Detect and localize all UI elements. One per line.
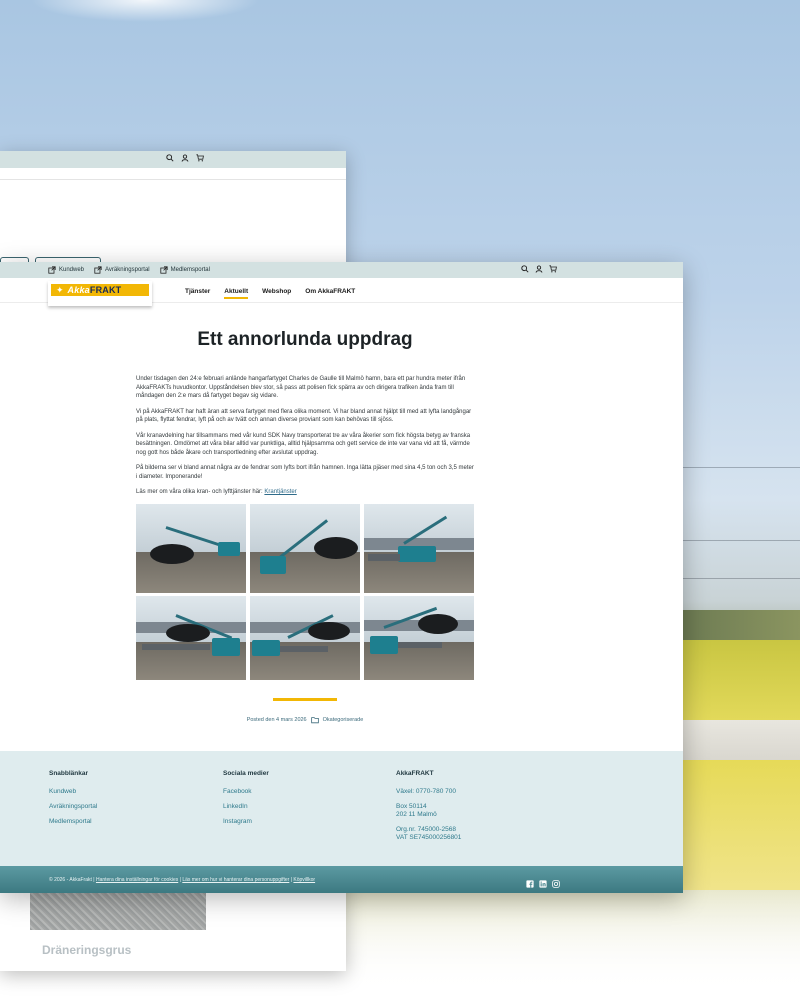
gallery-photo[interactable] [250,503,360,593]
footer-link-linkedin[interactable]: LinkedIn [223,803,269,811]
footer-link-instagram[interactable]: Instagram [223,818,269,826]
footer-contact: AkkaFRAKT Växel: 0770-780 700 Box 50114 … [396,770,461,849]
gallery-photo[interactable] [364,595,474,680]
gallery-photo[interactable] [364,503,474,593]
search-icon[interactable] [166,154,174,162]
folder-icon [310,716,319,724]
rapeseed-field [683,640,800,720]
article-title: Ett annorlunda uppdrag [197,329,413,350]
topbar-link-medlemsportal[interactable]: Medlemsportal [160,266,210,274]
cart-icon[interactable] [549,265,557,273]
goose-logo-icon: ✦ [56,284,64,295]
footer-social: Sociala medier Facebook LinkedIn Instagr… [223,770,269,833]
background-window-topbar [0,151,346,168]
footer-link-kundweb[interactable]: Kundweb [49,788,97,796]
gallery-photo[interactable] [136,503,246,593]
topbar-link-kundweb[interactable]: Kundweb [48,266,84,274]
footer-vat: VAT SE745000256801 [396,834,462,841]
footer-heading: Snabblänkar [49,770,89,777]
power-line [683,540,800,541]
article-paragraph: På bilderna ser vi bland annat några av … [136,465,474,480]
akkafrakt-logo[interactable]: ✦ AkkaFRAKT [48,281,152,306]
copyright-text: © 2026 - AkkaFrakt | [49,877,96,883]
article: Ett annorlunda uppdrag Under tisdagen de… [136,329,474,724]
power-line [683,578,800,579]
nav-item-tjanster[interactable]: Tjänster [185,288,210,299]
photo-gallery [136,503,474,680]
footer-heading: Sociala medier [223,770,269,777]
background-window-nav [0,168,346,180]
terms-link[interactable]: Köpvillkor [293,877,315,883]
utility-bar: Kundweb Avräkningsportal Medlemsportal [0,262,683,278]
gallery-photo[interactable] [250,595,360,680]
road [683,720,800,760]
krantjanster-link[interactable]: Krantjänster [264,489,296,495]
article-paragraph: Vi på AkkaFRAKT har haft äran att serva … [136,408,472,424]
cookie-settings-link[interactable]: Hantera dina inställningar för cookies [96,877,178,883]
post-date: Posted den 4 mars 2026 [246,716,307,723]
topbar-link-avrakningsportal[interactable]: Avräkningsportal [94,266,150,274]
nav-item-webshop[interactable]: Webshop [262,288,291,299]
main-navigation: ✦ AkkaFRAKT Tjänster Aktuellt Webshop Om… [0,278,683,306]
facebook-icon[interactable] [526,875,534,888]
legal-bar: © 2026 - AkkaFrakt | Hantera dina instäl… [0,866,683,893]
site-footer: Snabblänkar Kundweb Avräkningsportal Med… [0,751,683,866]
footer-link-medlemsportal[interactable]: Medlemsportal [49,818,97,826]
user-icon[interactable] [535,265,543,273]
article-link-paragraph: Läs mer om våra olika kran- och lyfttjän… [136,489,297,495]
sky-cloud [30,0,260,22]
external-link-icon [94,266,102,274]
user-icon[interactable] [181,154,189,162]
search-icon[interactable] [521,265,529,273]
article-paragraph: Vår kranavdelning har tillsammans med vå… [136,432,471,456]
post-category[interactable]: Okategoriserade [323,717,364,723]
privacy-link[interactable]: Läs mer om hur vi hanterar dina personup… [182,877,289,883]
copyright-line: © 2026 - AkkaFrakt | Hantera dina instäl… [49,877,316,883]
accent-divider [273,697,337,701]
external-link-icon [160,266,168,274]
external-link-icon [48,266,56,274]
rapeseed-field-front [683,760,800,890]
footer-heading: AkkaFRAKT [396,770,434,777]
logo-wordmark: AkkaFRAKT [67,285,122,295]
footer-phone[interactable]: Växel: 0770-780 700 [396,788,461,796]
instagram-icon[interactable] [552,875,560,888]
nav-item-aktuellt[interactable]: Aktuellt [224,288,249,299]
product-title: Dräneringsgrus [42,943,132,957]
tree-line [683,610,800,640]
footer-link-avrakningsportal[interactable]: Avräkningsportal [49,803,97,811]
main-browser-window: Kundweb Avräkningsportal Medlemsportal ✦… [0,262,683,893]
cart-icon[interactable] [196,154,204,162]
gallery-photo[interactable] [136,595,246,680]
linkedin-icon[interactable] [539,875,547,888]
footer-box: Box 50114 [396,803,427,810]
footer-link-facebook[interactable]: Facebook [223,788,269,796]
article-paragraph: Under tisdagen den 24:e februari anlände… [136,376,466,399]
post-meta: Posted den 4 mars 2026 Okategoriserade [136,716,474,724]
nav-item-om-akkafrakt[interactable]: Om AkkaFRAKT [305,288,355,299]
footer-org: Org.nr. 745000-2568 [396,826,456,833]
power-line [683,467,800,468]
social-icons [526,875,560,888]
footer-quicklinks: Snabblänkar Kundweb Avräkningsportal Med… [49,770,97,833]
footer-city: 202 11 Malmö [396,811,437,818]
